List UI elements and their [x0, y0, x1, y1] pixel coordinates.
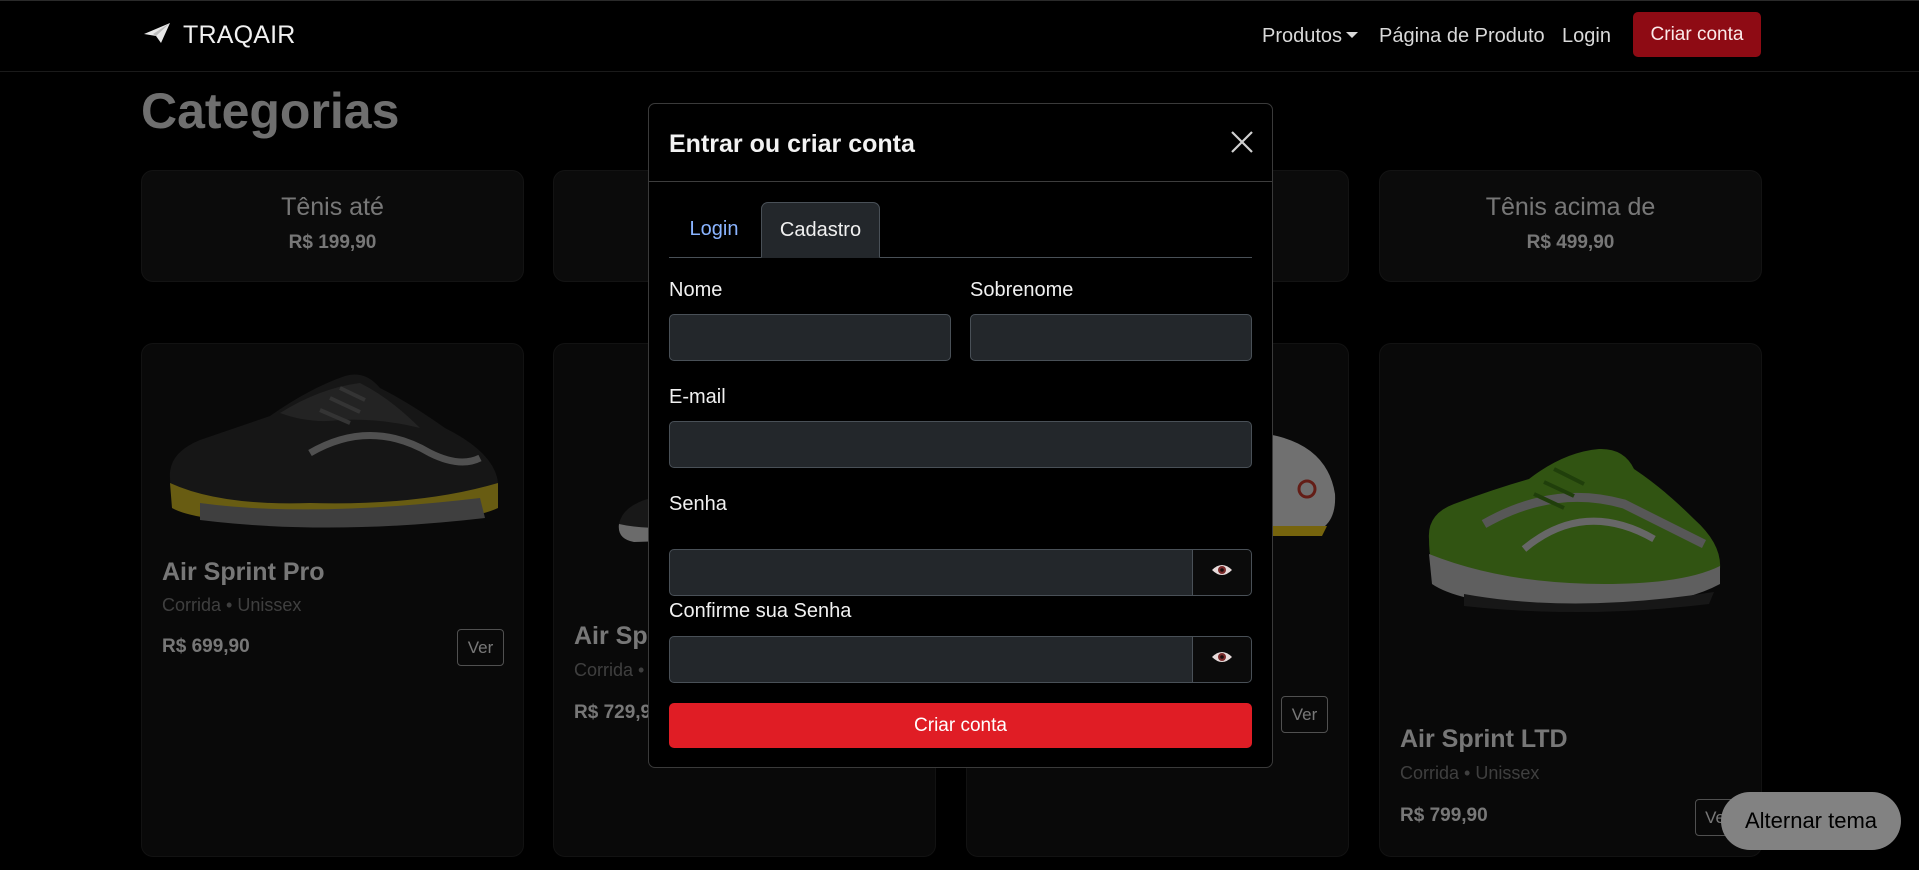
- modal-title: Entrar ou criar conta: [669, 130, 915, 158]
- product-card[interactable]: Air Sprint Pro Corrida • Unissex R$ 699,…: [141, 343, 524, 857]
- nome-label: Nome: [669, 279, 723, 301]
- email-label: E-mail: [669, 386, 726, 408]
- senha-input[interactable]: [669, 549, 1193, 596]
- product-meta: Corrida • Unissex: [1400, 763, 1540, 783]
- product-price: R$ 799,90: [1400, 805, 1488, 826]
- sobrenome-input[interactable]: [970, 314, 1252, 361]
- nav-criar-conta-button[interactable]: Criar conta: [1633, 12, 1761, 57]
- sobrenome-label: Sobrenome: [970, 279, 1074, 301]
- product-name: Air Spr: [574, 622, 658, 650]
- auth-modal: Entrar ou criar conta Login Cadastro Nom…: [648, 103, 1273, 768]
- product-price: R$ 699,90: [162, 636, 250, 657]
- senha-label: Senha: [669, 493, 727, 515]
- ver-button[interactable]: Ver: [457, 629, 504, 666]
- category-card[interactable]: Tênis acima de R$ 499,90: [1379, 170, 1762, 282]
- criar-conta-submit-button[interactable]: Criar conta: [669, 703, 1252, 748]
- product-card[interactable]: Air Sprint LTD Corrida • Unissex R$ 799,…: [1379, 343, 1762, 857]
- nav-pagina-produto[interactable]: Página de Produto: [1379, 25, 1545, 48]
- modal-header: Entrar ou criar conta: [649, 104, 1272, 182]
- email-input[interactable]: [669, 421, 1252, 468]
- product-image-black-shoe: [169, 374, 498, 528]
- eye-icon: [1211, 563, 1233, 582]
- caret-down-icon: [1346, 32, 1359, 38]
- tab-cadastro[interactable]: Cadastro: [761, 202, 880, 258]
- alternar-tema-button[interactable]: Alternar tema: [1721, 792, 1901, 850]
- product-meta: Corrida • Unissex: [162, 595, 302, 615]
- category-price: R$ 199,90: [288, 232, 377, 253]
- confirme-senha-label: Confirme sua Senha: [669, 600, 852, 622]
- product-image-shoe: [1267, 434, 1336, 536]
- nav-produtos-dropdown[interactable]: Produtos: [1262, 25, 1359, 48]
- category-title: Tênis até: [281, 193, 384, 221]
- category-price: R$ 499,90: [1526, 232, 1615, 253]
- navbar: TRAQAIR Produtos Página de Produto Login…: [0, 0, 1919, 72]
- nome-input[interactable]: [669, 314, 951, 361]
- category-card[interactable]: Tênis até R$ 199,90: [141, 170, 524, 282]
- eye-icon: [1211, 650, 1233, 669]
- brand-name: TRAQAIR: [183, 21, 296, 49]
- product-image-green-shoe: [1428, 448, 1721, 613]
- toggle-confirme-visibility-button[interactable]: [1192, 636, 1252, 683]
- auth-tabs: Login Cadastro: [669, 202, 1252, 258]
- nav-login[interactable]: Login: [1562, 25, 1611, 48]
- product-name: Air Sprint Pro: [162, 558, 325, 586]
- paper-plane-icon: [143, 21, 171, 50]
- product-name: Air Sprint LTD: [1400, 725, 1568, 753]
- close-icon[interactable]: [1230, 130, 1254, 154]
- product-meta: Corrida •: [574, 660, 645, 680]
- product-price: R$ 729,9: [574, 702, 652, 723]
- tab-login[interactable]: Login: [669, 202, 759, 257]
- page-title: Categorias: [141, 83, 400, 139]
- confirme-senha-input[interactable]: [669, 636, 1193, 683]
- nav-produtos-label: Produtos: [1262, 25, 1343, 47]
- brand[interactable]: TRAQAIR: [143, 21, 296, 50]
- toggle-senha-visibility-button[interactable]: [1192, 549, 1252, 596]
- ver-button[interactable]: Ver: [1281, 696, 1328, 733]
- category-title: Tênis acima de: [1485, 193, 1656, 221]
